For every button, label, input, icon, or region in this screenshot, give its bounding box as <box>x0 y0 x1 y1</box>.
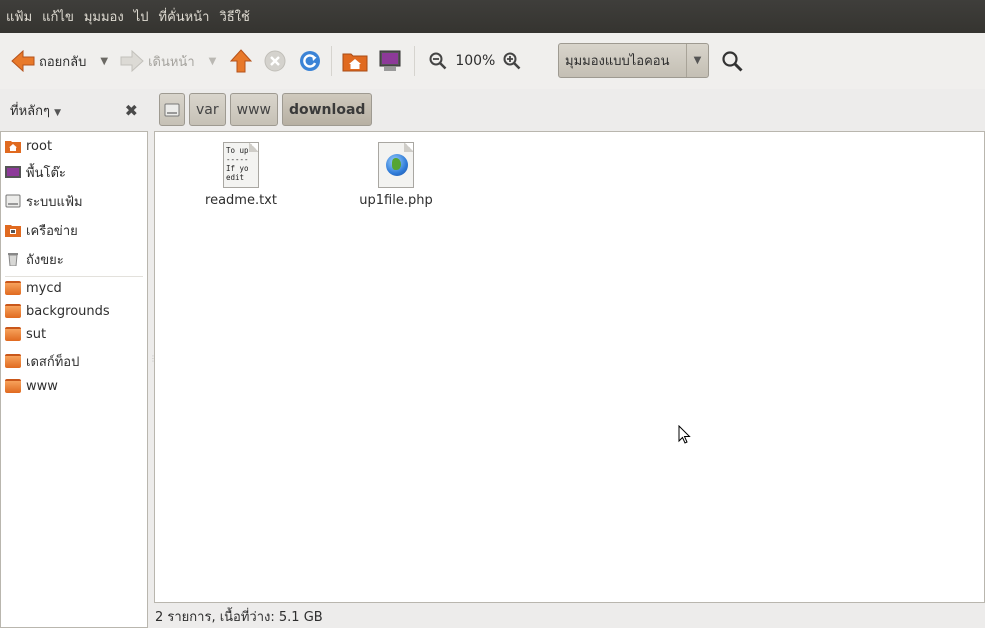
sidebar-divider <box>5 276 143 277</box>
home-folder-icon <box>342 53 368 72</box>
sidebar-item-label: ถังขยะ <box>26 252 64 268</box>
menu-help[interactable]: วิธีใช้ <box>219 6 255 27</box>
folder-icon <box>5 354 21 368</box>
sidebar-item-backgrounds[interactable]: backgrounds <box>5 301 110 321</box>
text-file-icon: To up ----- If yo edit <box>223 142 259 188</box>
sidebar-item-label: sut <box>26 326 47 342</box>
computer-button[interactable] <box>378 43 402 79</box>
sidebar-item-desktop[interactable]: พื้นโต๊ะ <box>5 162 66 182</box>
sidebar-item-label: backgrounds <box>26 303 110 319</box>
search-button[interactable] <box>721 43 743 79</box>
sidebar-item-label: mycd <box>26 280 62 296</box>
stop-button[interactable] <box>264 43 286 79</box>
folder-icon <box>5 281 21 295</box>
sidebar-item-mycd[interactable]: mycd <box>5 278 62 298</box>
sidebar-item-label: พื้นโต๊ะ <box>26 165 66 181</box>
sidebar-title: ที่หลักๆ <box>10 103 50 119</box>
file-item-up1file[interactable]: up1file.php <box>336 142 456 208</box>
menubar: แฟ้ม แก้ไข มุมมอง ไป ที่คั่นหน้า วิธีใช้ <box>0 0 985 33</box>
file-item-readme[interactable]: To up ----- If yo edit readme.txt <box>181 142 301 208</box>
search-icon <box>722 51 743 72</box>
sidebar-item-filesystem[interactable]: ระบบแฟ้ม <box>5 191 83 211</box>
status-bar: 2 รายการ, เนื้อที่ว่าง: 5.1 GB <box>155 610 323 625</box>
zoom-out-button[interactable] <box>429 43 447 79</box>
sidebar-places-selector[interactable]: ที่หลักๆ ▼ <box>10 100 61 121</box>
sidebar-item-label: เครือข่าย <box>26 223 78 239</box>
breadcrumb: var www download <box>159 93 373 126</box>
folder-icon <box>5 379 21 393</box>
close-sidebar-icon[interactable]: ✖ <box>125 101 138 120</box>
breadcrumb-download[interactable]: download <box>281 93 373 126</box>
breadcrumb-var[interactable]: var <box>189 93 226 126</box>
forward-history-dropdown-icon[interactable]: ▼ <box>209 56 217 67</box>
php-file-icon <box>378 142 414 188</box>
reload-button[interactable] <box>299 43 321 79</box>
forward-button[interactable]: เดินหน้า <box>120 43 195 79</box>
view-mode-value: มุมมองแบบไอคอน <box>565 54 670 69</box>
reload-icon <box>300 51 321 71</box>
drive-icon <box>5 194 21 208</box>
forward-button-label: เดินหน้า <box>148 54 195 70</box>
back-button[interactable]: ถอยกลับ <box>11 43 86 79</box>
sidebar-header: ที่หลักๆ ▼ ✖ <box>0 92 148 128</box>
zoom-level: 100% <box>455 53 496 69</box>
menu-file[interactable]: แฟ้ม <box>6 6 38 27</box>
mouse-pointer-icon <box>678 425 691 444</box>
chevron-down-icon: ▼ <box>686 44 708 77</box>
breadcrumb-root-drive[interactable] <box>159 93 185 126</box>
desktop-icon <box>5 165 21 179</box>
file-view[interactable]: To up ----- If yo edit readme.txt up1fil… <box>154 131 985 603</box>
toolbar-separator <box>331 46 333 76</box>
back-arrow-icon <box>11 50 35 72</box>
folder-icon <box>5 327 21 341</box>
zoom-out-icon <box>429 52 447 70</box>
menu-view[interactable]: มุมมอง <box>84 6 130 27</box>
toolbar-separator <box>414 46 416 76</box>
sidebar-item-www[interactable]: www <box>5 376 58 396</box>
home-folder-icon <box>5 139 21 153</box>
sidebar-item-label: root <box>26 138 53 154</box>
zoom-in-icon <box>503 52 521 70</box>
sidebar-item-label: ระบบแฟ้ม <box>26 194 83 210</box>
chevron-down-icon: ▼ <box>54 107 62 118</box>
sidebar-item-label: เดสก์ท็อป <box>26 354 80 370</box>
file-name: up1file.php <box>359 193 433 208</box>
home-button[interactable] <box>342 43 368 79</box>
toolbar: ถอยกลับ ▼ เดินหน้า ▼ 100% มุมมองแบบไอคอน… <box>0 33 985 89</box>
forward-arrow-icon <box>120 50 144 72</box>
back-button-label: ถอยกลับ <box>39 54 87 70</box>
trash-icon <box>5 252 21 267</box>
file-name: readme.txt <box>205 193 277 208</box>
sidebar-item-sut[interactable]: sut <box>5 324 46 344</box>
back-history-dropdown-icon[interactable]: ▼ <box>100 56 108 67</box>
network-icon <box>5 223 21 237</box>
zoom-in-button[interactable] <box>503 43 521 79</box>
stop-icon <box>264 50 286 72</box>
up-button[interactable] <box>230 43 253 79</box>
sidebar-item-network[interactable]: เครือข่าย <box>5 220 78 240</box>
menu-edit[interactable]: แก้ไข <box>42 6 80 27</box>
menu-go[interactable]: ไป <box>134 6 155 27</box>
view-mode-select[interactable]: มุมมองแบบไอคอน ▼ <box>558 43 709 78</box>
drive-icon <box>164 103 180 116</box>
sidebar: root พื้นโต๊ะ ระบบแฟ้ม เครือข่าย ถังขยะ … <box>0 131 148 628</box>
sidebar-item-desktop-folder[interactable]: เดสก์ท็อป <box>5 351 79 371</box>
globe-icon <box>386 154 408 176</box>
breadcrumb-www[interactable]: www <box>229 93 278 126</box>
sidebar-item-label: www <box>26 378 58 394</box>
folder-icon <box>5 304 21 318</box>
up-arrow-icon <box>230 49 253 73</box>
menu-bookmarks[interactable]: ที่คั่นหน้า <box>159 6 216 27</box>
computer-icon <box>379 50 401 71</box>
sidebar-item-root[interactable]: root <box>5 136 52 156</box>
sidebar-item-trash[interactable]: ถังขยะ <box>5 249 64 269</box>
